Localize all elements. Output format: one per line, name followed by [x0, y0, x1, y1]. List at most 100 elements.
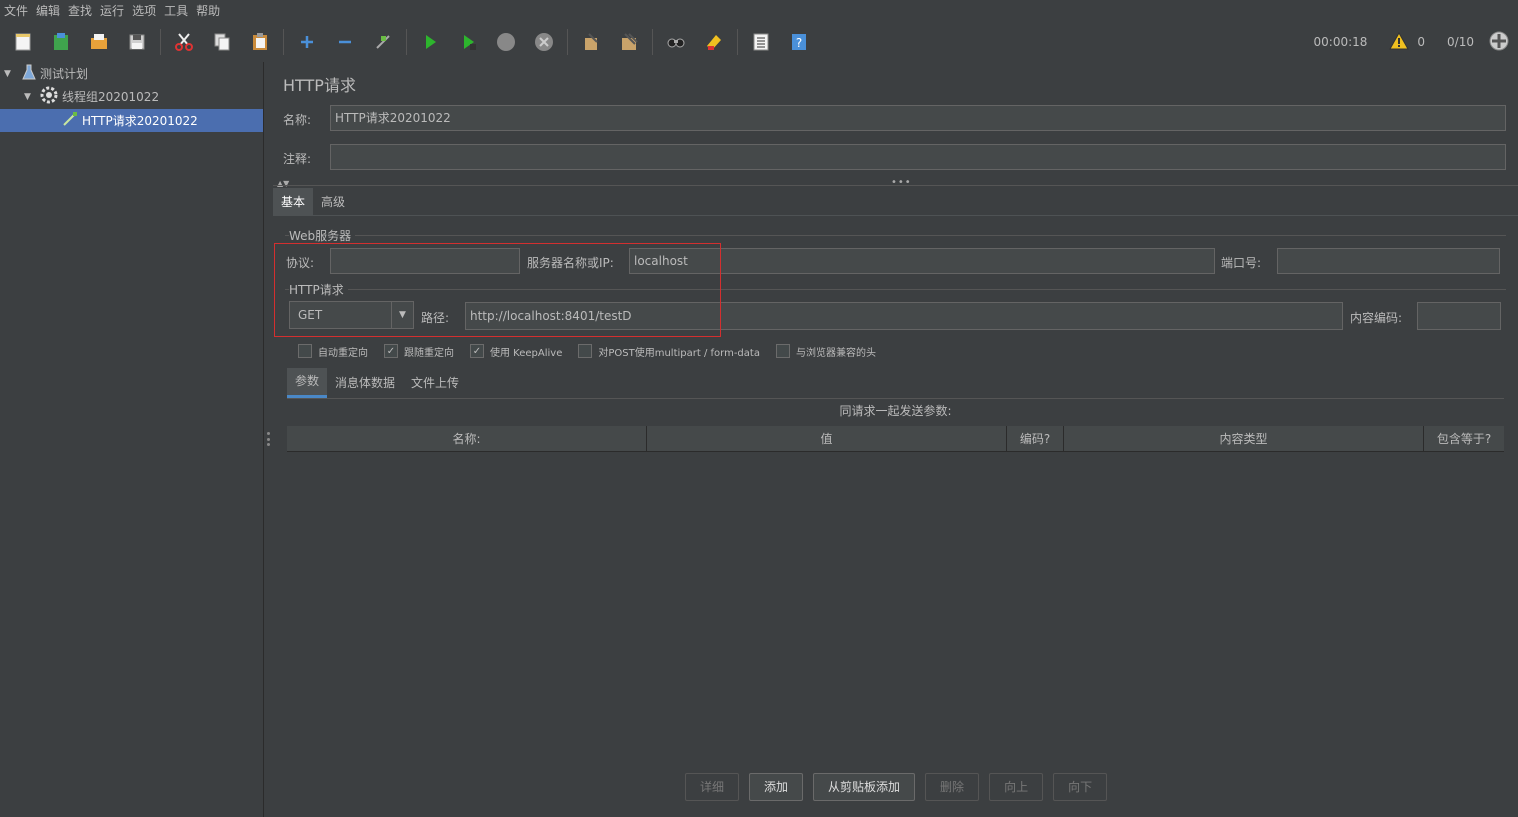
search-icon[interactable]	[661, 27, 691, 57]
check-icon[interactable]: ✓	[470, 344, 484, 358]
function-helper-icon[interactable]	[746, 27, 776, 57]
checkbox-label: 使用 KeepAlive	[490, 347, 563, 359]
toolbar-separator	[160, 29, 161, 55]
annotation-highlight-box	[274, 243, 721, 337]
clear-icon[interactable]	[576, 27, 606, 57]
cut-icon[interactable]	[169, 27, 199, 57]
tree-node-test-plan[interactable]: ▼ 测试计划	[4, 62, 88, 85]
active-threads: 0/10	[1447, 35, 1474, 49]
add-from-clipboard-button[interactable]: 从剪贴板添加	[813, 773, 916, 801]
help-icon[interactable]: ?	[784, 27, 814, 57]
column-header-content-type[interactable]: 内容类型	[1064, 426, 1424, 452]
checkbox-label: 自动重定向	[318, 347, 368, 359]
tree-node-label: 测试计划	[40, 67, 89, 81]
port-field[interactable]	[1277, 248, 1500, 274]
tab-advanced[interactable]: 高级	[313, 188, 353, 216]
checkbox-label: 跟随重定向	[404, 347, 454, 359]
svg-text:?: ?	[796, 36, 802, 50]
start-no-pause-icon[interactable]	[453, 27, 483, 57]
http-request-panel: HTTP请求 名称: HTTP请求20201022 注释: ▲▼ ••• 基本 …	[273, 62, 1518, 817]
menu-run[interactable]: 运行	[96, 0, 128, 22]
stop-icon[interactable]	[491, 27, 521, 57]
toolbar-separator	[652, 29, 653, 55]
divider	[273, 185, 1518, 186]
menu-options[interactable]: 选项	[128, 0, 160, 22]
chevron-down-icon[interactable]: ▼	[4, 69, 16, 79]
encoding-label: 内容编码:	[1350, 311, 1403, 325]
flask-icon	[22, 64, 36, 83]
tab-parameters[interactable]: 参数	[287, 368, 328, 398]
menu-help[interactable]: 帮助	[192, 0, 224, 22]
checkbox-box[interactable]	[298, 344, 312, 358]
tree-node-http-request[interactable]: HTTP请求20201022	[0, 109, 263, 132]
checkbox-box[interactable]	[775, 344, 790, 358]
tab-file-upload[interactable]: 文件上传	[403, 368, 467, 398]
toolbar-separator	[567, 29, 568, 55]
split-pane-divider[interactable]	[263, 62, 273, 817]
config-tabs: 基本 高级	[273, 188, 353, 216]
column-header-include-equals[interactable]: 包含等于?	[1424, 426, 1504, 452]
column-header-name[interactable]: 名称:	[287, 426, 647, 452]
menu-tools[interactable]: 工具	[160, 0, 192, 22]
gear-icon	[40, 86, 58, 107]
encoding-field[interactable]	[1417, 302, 1501, 330]
tree-node-thread-group[interactable]: ▼ 线程组20201022	[24, 85, 159, 108]
comment-field[interactable]	[330, 144, 1506, 170]
browser-headers-checkbox[interactable]: 与浏览器兼容的头	[775, 344, 876, 359]
chevron-down-icon[interactable]: ▼	[24, 92, 36, 102]
start-icon[interactable]	[415, 27, 445, 57]
remote-indicator-icon	[1488, 30, 1510, 55]
checkbox-label: 与浏览器兼容的头	[795, 347, 876, 359]
drag-handle-icon[interactable]: •••	[891, 177, 912, 188]
move-up-button[interactable]: 向上	[989, 773, 1044, 801]
divider	[273, 215, 1518, 216]
menu-bar: 文件 编辑 查找 运行 选项 工具 帮助	[0, 0, 1518, 22]
tab-body-data[interactable]: 消息体数据	[327, 368, 403, 398]
move-down-button[interactable]: 向下	[1053, 773, 1108, 801]
delete-button[interactable]: 删除	[925, 773, 980, 801]
save-icon[interactable]	[122, 27, 152, 57]
shutdown-icon[interactable]	[529, 27, 559, 57]
column-header-value[interactable]: 值	[647, 426, 1007, 452]
templates-icon[interactable]	[46, 27, 76, 57]
keepalive-checkbox[interactable]: ✓ 使用 KeepAlive	[470, 344, 562, 359]
multipart-checkbox[interactable]: 对POST使用multipart / form-data	[578, 344, 760, 359]
body-tabs: 参数 消息体数据 文件上传	[287, 368, 467, 398]
test-plan-tree: ▼ 测试计划 ▼ 线程组20201022 HTTP请求20201022	[0, 62, 263, 817]
column-header-encode[interactable]: 编码?	[1007, 426, 1064, 452]
warning-icon[interactable]	[1389, 31, 1410, 53]
menu-edit[interactable]: 编辑	[32, 0, 64, 22]
menu-search[interactable]: 查找	[64, 0, 96, 22]
pipette-icon	[62, 111, 78, 130]
name-field[interactable]: HTTP请求20201022	[330, 105, 1506, 131]
toolbar-separator	[283, 29, 284, 55]
new-icon[interactable]	[8, 27, 38, 57]
expand-icon[interactable]	[292, 27, 322, 57]
collapse-icon[interactable]	[330, 27, 360, 57]
menu-file[interactable]: 文件	[0, 0, 32, 22]
auto-redirect-checkbox[interactable]: 自动重定向	[298, 344, 368, 359]
checkbox-box[interactable]	[578, 344, 593, 358]
tab-basic[interactable]: 基本	[273, 188, 314, 216]
name-label: 名称:	[283, 113, 312, 127]
split-grip	[267, 432, 270, 446]
group-border	[285, 235, 1506, 236]
toolbar-separator	[737, 29, 738, 55]
reset-search-icon[interactable]	[699, 27, 729, 57]
tree-node-label: HTTP请求20201022	[82, 114, 198, 128]
params-table-caption: 同请求一起发送参数:	[839, 404, 952, 418]
clear-all-icon[interactable]	[614, 27, 644, 57]
add-button[interactable]: 添加	[749, 773, 804, 801]
open-icon[interactable]	[84, 27, 114, 57]
detail-button[interactable]: 详细	[685, 773, 740, 801]
toolbar: ? 00:00:18 0 0/10	[0, 22, 1518, 62]
copy-icon[interactable]	[207, 27, 237, 57]
divider	[287, 398, 1504, 399]
comment-label: 注释:	[283, 152, 312, 166]
check-icon[interactable]: ✓	[384, 344, 398, 358]
paste-icon[interactable]	[245, 27, 275, 57]
collapse-arrows-icon[interactable]: ▲▼	[277, 179, 289, 188]
follow-redirect-checkbox[interactable]: ✓ 跟随重定向	[384, 344, 454, 359]
elapsed-timer: 00:00:18	[1313, 35, 1368, 49]
toggle-icon[interactable]	[368, 27, 398, 57]
